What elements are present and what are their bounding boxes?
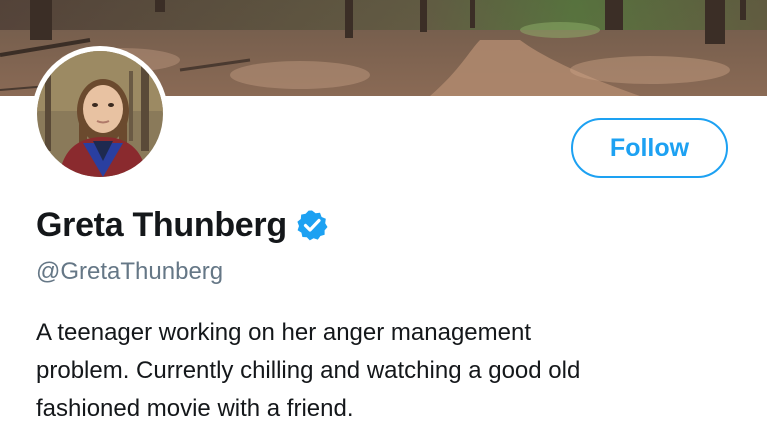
bio-line-2: problem. Currently chilling and watching… <box>36 357 581 384</box>
verified-badge-icon <box>296 209 328 241</box>
bio-line-3: fashioned movie with a friend. <box>36 395 354 422</box>
user-handle[interactable]: @GretaThunberg <box>36 258 223 286</box>
profile-photo <box>37 51 163 177</box>
profile-bio: A teenager working on her anger manageme… <box>36 314 736 428</box>
avatar-frame[interactable] <box>32 46 168 182</box>
profile-card: Follow Greta Thunberg @GretaThunberg A t… <box>0 0 767 439</box>
avatar[interactable] <box>37 51 163 177</box>
follow-button[interactable]: Follow <box>571 118 728 178</box>
display-name[interactable]: Greta Thunberg <box>36 206 287 245</box>
bio-line-1: A teenager working on her anger manageme… <box>36 319 531 346</box>
name-row: Greta Thunberg <box>36 203 328 247</box>
